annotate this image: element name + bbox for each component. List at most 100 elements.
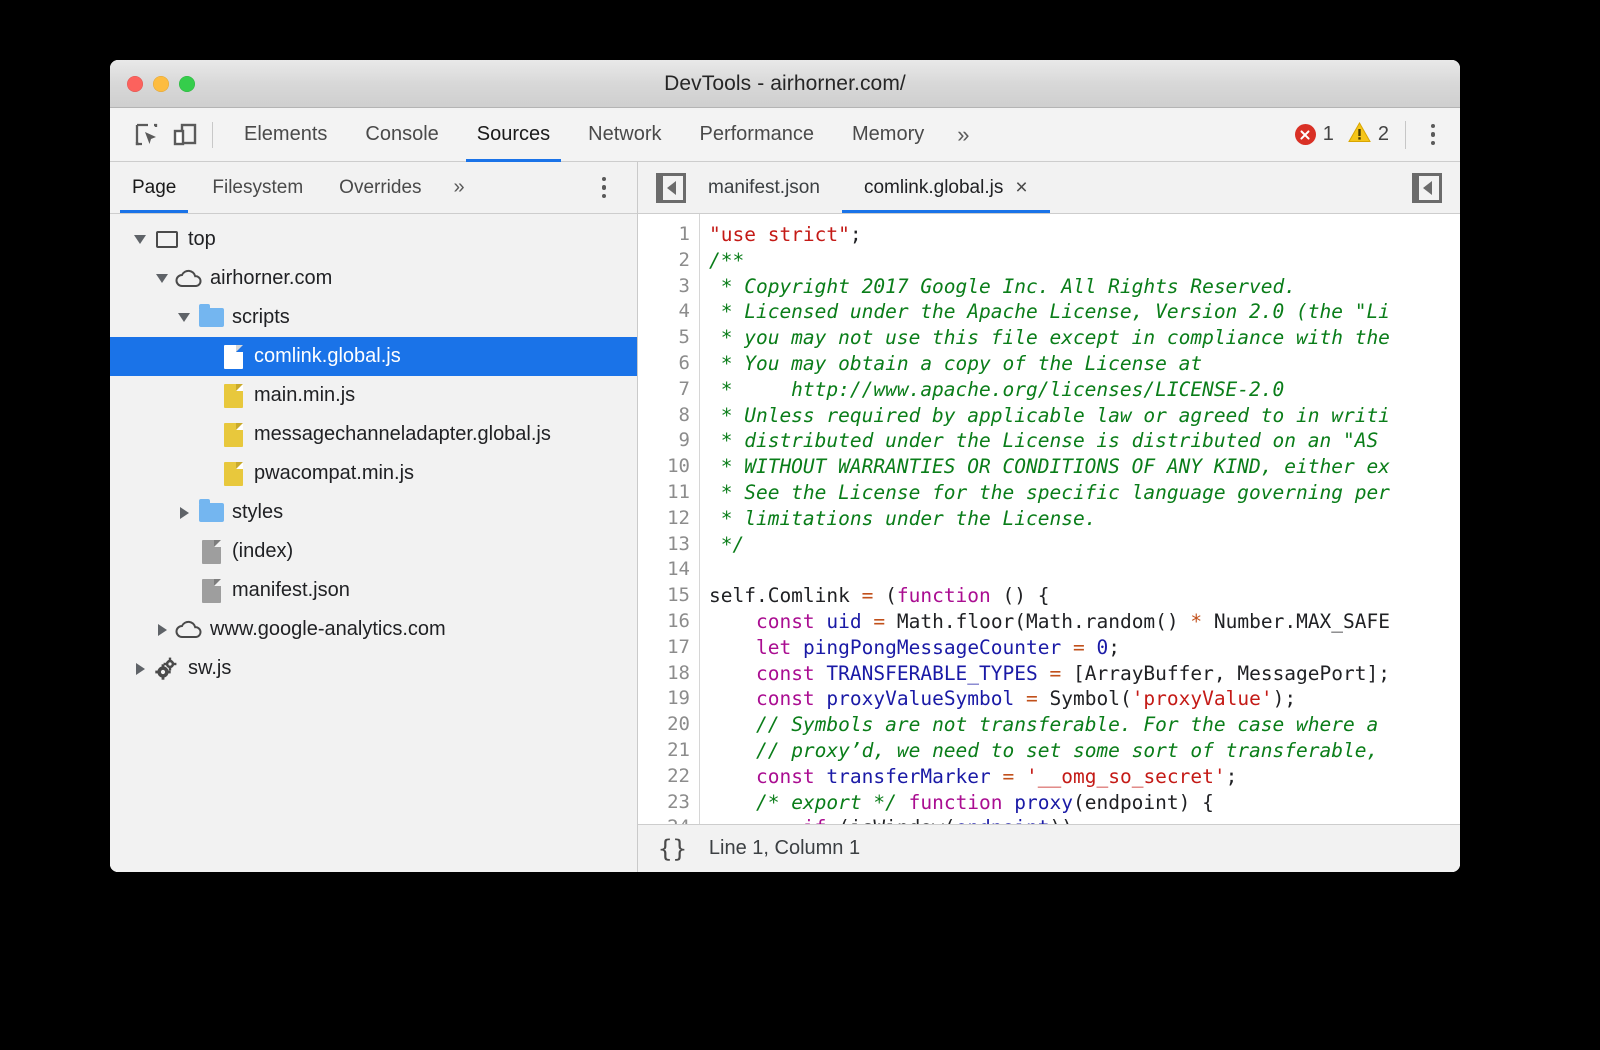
code-token: = — [1050, 662, 1062, 685]
code-token: * Copyright 2017 Google Inc. All Rights … — [709, 275, 1296, 298]
code-line[interactable]: * Licensed under the Apache License, Ver… — [709, 299, 1460, 325]
code-content[interactable]: "use strict";/** * Copyright 2017 Google… — [700, 214, 1460, 824]
tab-label: Network — [588, 123, 661, 146]
code-token — [1085, 636, 1097, 659]
code-token: = — [1026, 687, 1038, 710]
code-line[interactable]: const TRANSFERABLE_TYPES = [ArrayBuffer,… — [709, 661, 1460, 687]
code-token: * http://www.apache.org/licenses/LICENSE… — [709, 378, 1284, 401]
scroll-tabs-left-icon[interactable] — [656, 173, 686, 203]
code-token: transferMarker — [826, 765, 990, 788]
error-circle-icon — [1295, 124, 1316, 145]
code-token: ); — [1273, 687, 1296, 710]
tab-network[interactable]: Network — [569, 108, 680, 162]
sidebar-tab-overrides[interactable]: Overrides — [321, 162, 439, 213]
editor-tab-comlink-global-js[interactable]: comlink.global.js × — [842, 162, 1050, 213]
code-viewport[interactable]: 123456789101112131415161718192021222324 … — [638, 214, 1460, 824]
tree-row[interactable]: main.min.js — [110, 376, 637, 415]
tree-row[interactable]: www.google-analytics.com — [110, 610, 637, 649]
code-line[interactable]: */ — [709, 532, 1460, 558]
sidebar-tab-page[interactable]: Page — [114, 162, 194, 213]
tree-row[interactable]: manifest.json — [110, 571, 637, 610]
tree-row[interactable]: pwacompat.min.js — [110, 454, 637, 493]
twisty-closed-icon[interactable] — [128, 663, 152, 675]
code-line[interactable]: const uid = Math.floor(Math.random() * N… — [709, 609, 1460, 635]
code-line[interactable]: * you may not use this file except in co… — [709, 325, 1460, 351]
code-line[interactable]: /** — [709, 248, 1460, 274]
code-token: ; — [1226, 765, 1238, 788]
code-line[interactable]: // Symbols are not transferable. For the… — [709, 712, 1460, 738]
code-line[interactable]: const transferMarker = '__omg_so_secret'… — [709, 764, 1460, 790]
line-number-gutter: 123456789101112131415161718192021222324 — [638, 214, 700, 824]
tab-elements[interactable]: Elements — [225, 108, 346, 162]
code-line[interactable]: * You may obtain a copy of the License a… — [709, 351, 1460, 377]
code-line[interactable]: * Unless required by applicable law or a… — [709, 403, 1460, 429]
tree-row[interactable]: (index) — [110, 532, 637, 571]
code-token: // Symbols are not transferable. For the… — [756, 713, 1378, 736]
code-line[interactable]: * distributed under the License is distr… — [709, 428, 1460, 454]
tab-performance[interactable]: Performance — [681, 108, 834, 162]
editor-tab-manifest-json[interactable]: manifest.json — [686, 162, 842, 213]
tab-console[interactable]: Console — [346, 108, 457, 162]
tree-row[interactable]: scripts — [110, 298, 637, 337]
line-number: 3 — [638, 274, 699, 300]
code-token: )) — [1049, 816, 1072, 824]
sidebar-menu-button[interactable] — [591, 162, 637, 213]
twisty-open-icon[interactable] — [172, 313, 196, 322]
pretty-print-braces-icon[interactable]: {} — [658, 835, 687, 863]
tab-memory[interactable]: Memory — [833, 108, 943, 162]
code-line[interactable]: * limitations under the License. — [709, 506, 1460, 532]
file-js-icon — [218, 462, 248, 486]
toolbar-divider — [1405, 121, 1406, 149]
twisty-closed-icon[interactable] — [150, 624, 174, 636]
scroll-tabs-right-icon[interactable] — [1412, 173, 1442, 203]
code-line[interactable]: // proxy’d, we need to set some sort of … — [709, 738, 1460, 764]
code-line[interactable]: self.Comlink = (function () { — [709, 583, 1460, 609]
toolbar-right-group: 1 2 — [1295, 121, 1446, 149]
sources-navigator-sidebar: Page Filesystem Overrides » top — [110, 162, 638, 872]
code-line[interactable]: let pingPongMessageCounter = 0; — [709, 635, 1460, 661]
code-token — [991, 765, 1003, 788]
more-sidebar-tabs-icon[interactable]: » — [440, 162, 479, 213]
code-line[interactable]: * See the License for the specific langu… — [709, 480, 1460, 506]
folder-icon — [196, 308, 226, 327]
frame-icon — [152, 231, 182, 248]
code-line[interactable]: if (isWindow(endpoint)) — [709, 815, 1460, 824]
device-toolbar-icon[interactable] — [166, 116, 204, 154]
source-editor-pane: manifest.json comlink.global.js × 123456… — [638, 162, 1460, 872]
code-token: * You may obtain a copy of the License a… — [709, 352, 1202, 375]
error-counter[interactable]: 1 — [1295, 123, 1334, 146]
line-number: 12 — [638, 506, 699, 532]
tree-row[interactable]: airhorner.com — [110, 259, 637, 298]
code-line[interactable]: * http://www.apache.org/licenses/LICENSE… — [709, 377, 1460, 403]
code-token: = — [1073, 636, 1085, 659]
twisty-open-icon[interactable] — [128, 235, 152, 244]
code-line[interactable] — [709, 557, 1460, 583]
tree-row[interactable]: messagechanneladapter.global.js — [110, 415, 637, 454]
tree-row[interactable]: styles — [110, 493, 637, 532]
warning-counter[interactable]: 2 — [1348, 122, 1389, 148]
tree-row[interactable]: top — [110, 220, 637, 259]
code-token: * Licensed under the Apache License, Ver… — [709, 300, 1390, 323]
tab-sources[interactable]: Sources — [458, 108, 569, 162]
twisty-closed-icon[interactable] — [172, 507, 196, 519]
kebab-menu-icon[interactable] — [591, 177, 617, 199]
file-gray-icon — [196, 579, 226, 603]
code-token: 'proxyValue' — [1132, 687, 1273, 710]
code-token — [862, 610, 874, 633]
code-line[interactable]: /* export */ function proxy(endpoint) { — [709, 790, 1460, 816]
inspect-element-icon[interactable] — [128, 116, 166, 154]
more-panels-icon[interactable]: » — [943, 108, 983, 162]
tree-item-label: www.google-analytics.com — [204, 618, 446, 641]
tree-row[interactable]: comlink.global.js — [110, 337, 637, 376]
code-token: /** — [709, 249, 744, 272]
code-line[interactable]: * WITHOUT WARRANTIES OR CONDITIONS OF AN… — [709, 454, 1460, 480]
sidebar-tab-filesystem[interactable]: Filesystem — [194, 162, 321, 213]
close-icon[interactable]: × — [1015, 177, 1027, 198]
code-line[interactable]: const proxyValueSymbol = Symbol('proxyVa… — [709, 686, 1460, 712]
tree-row[interactable]: sw.js — [110, 649, 637, 688]
code-line[interactable]: "use strict"; — [709, 222, 1460, 248]
kebab-menu-icon[interactable] — [1420, 124, 1446, 146]
code-line[interactable]: * Copyright 2017 Google Inc. All Rights … — [709, 274, 1460, 300]
code-token: */ — [709, 533, 744, 556]
twisty-open-icon[interactable] — [150, 274, 174, 283]
